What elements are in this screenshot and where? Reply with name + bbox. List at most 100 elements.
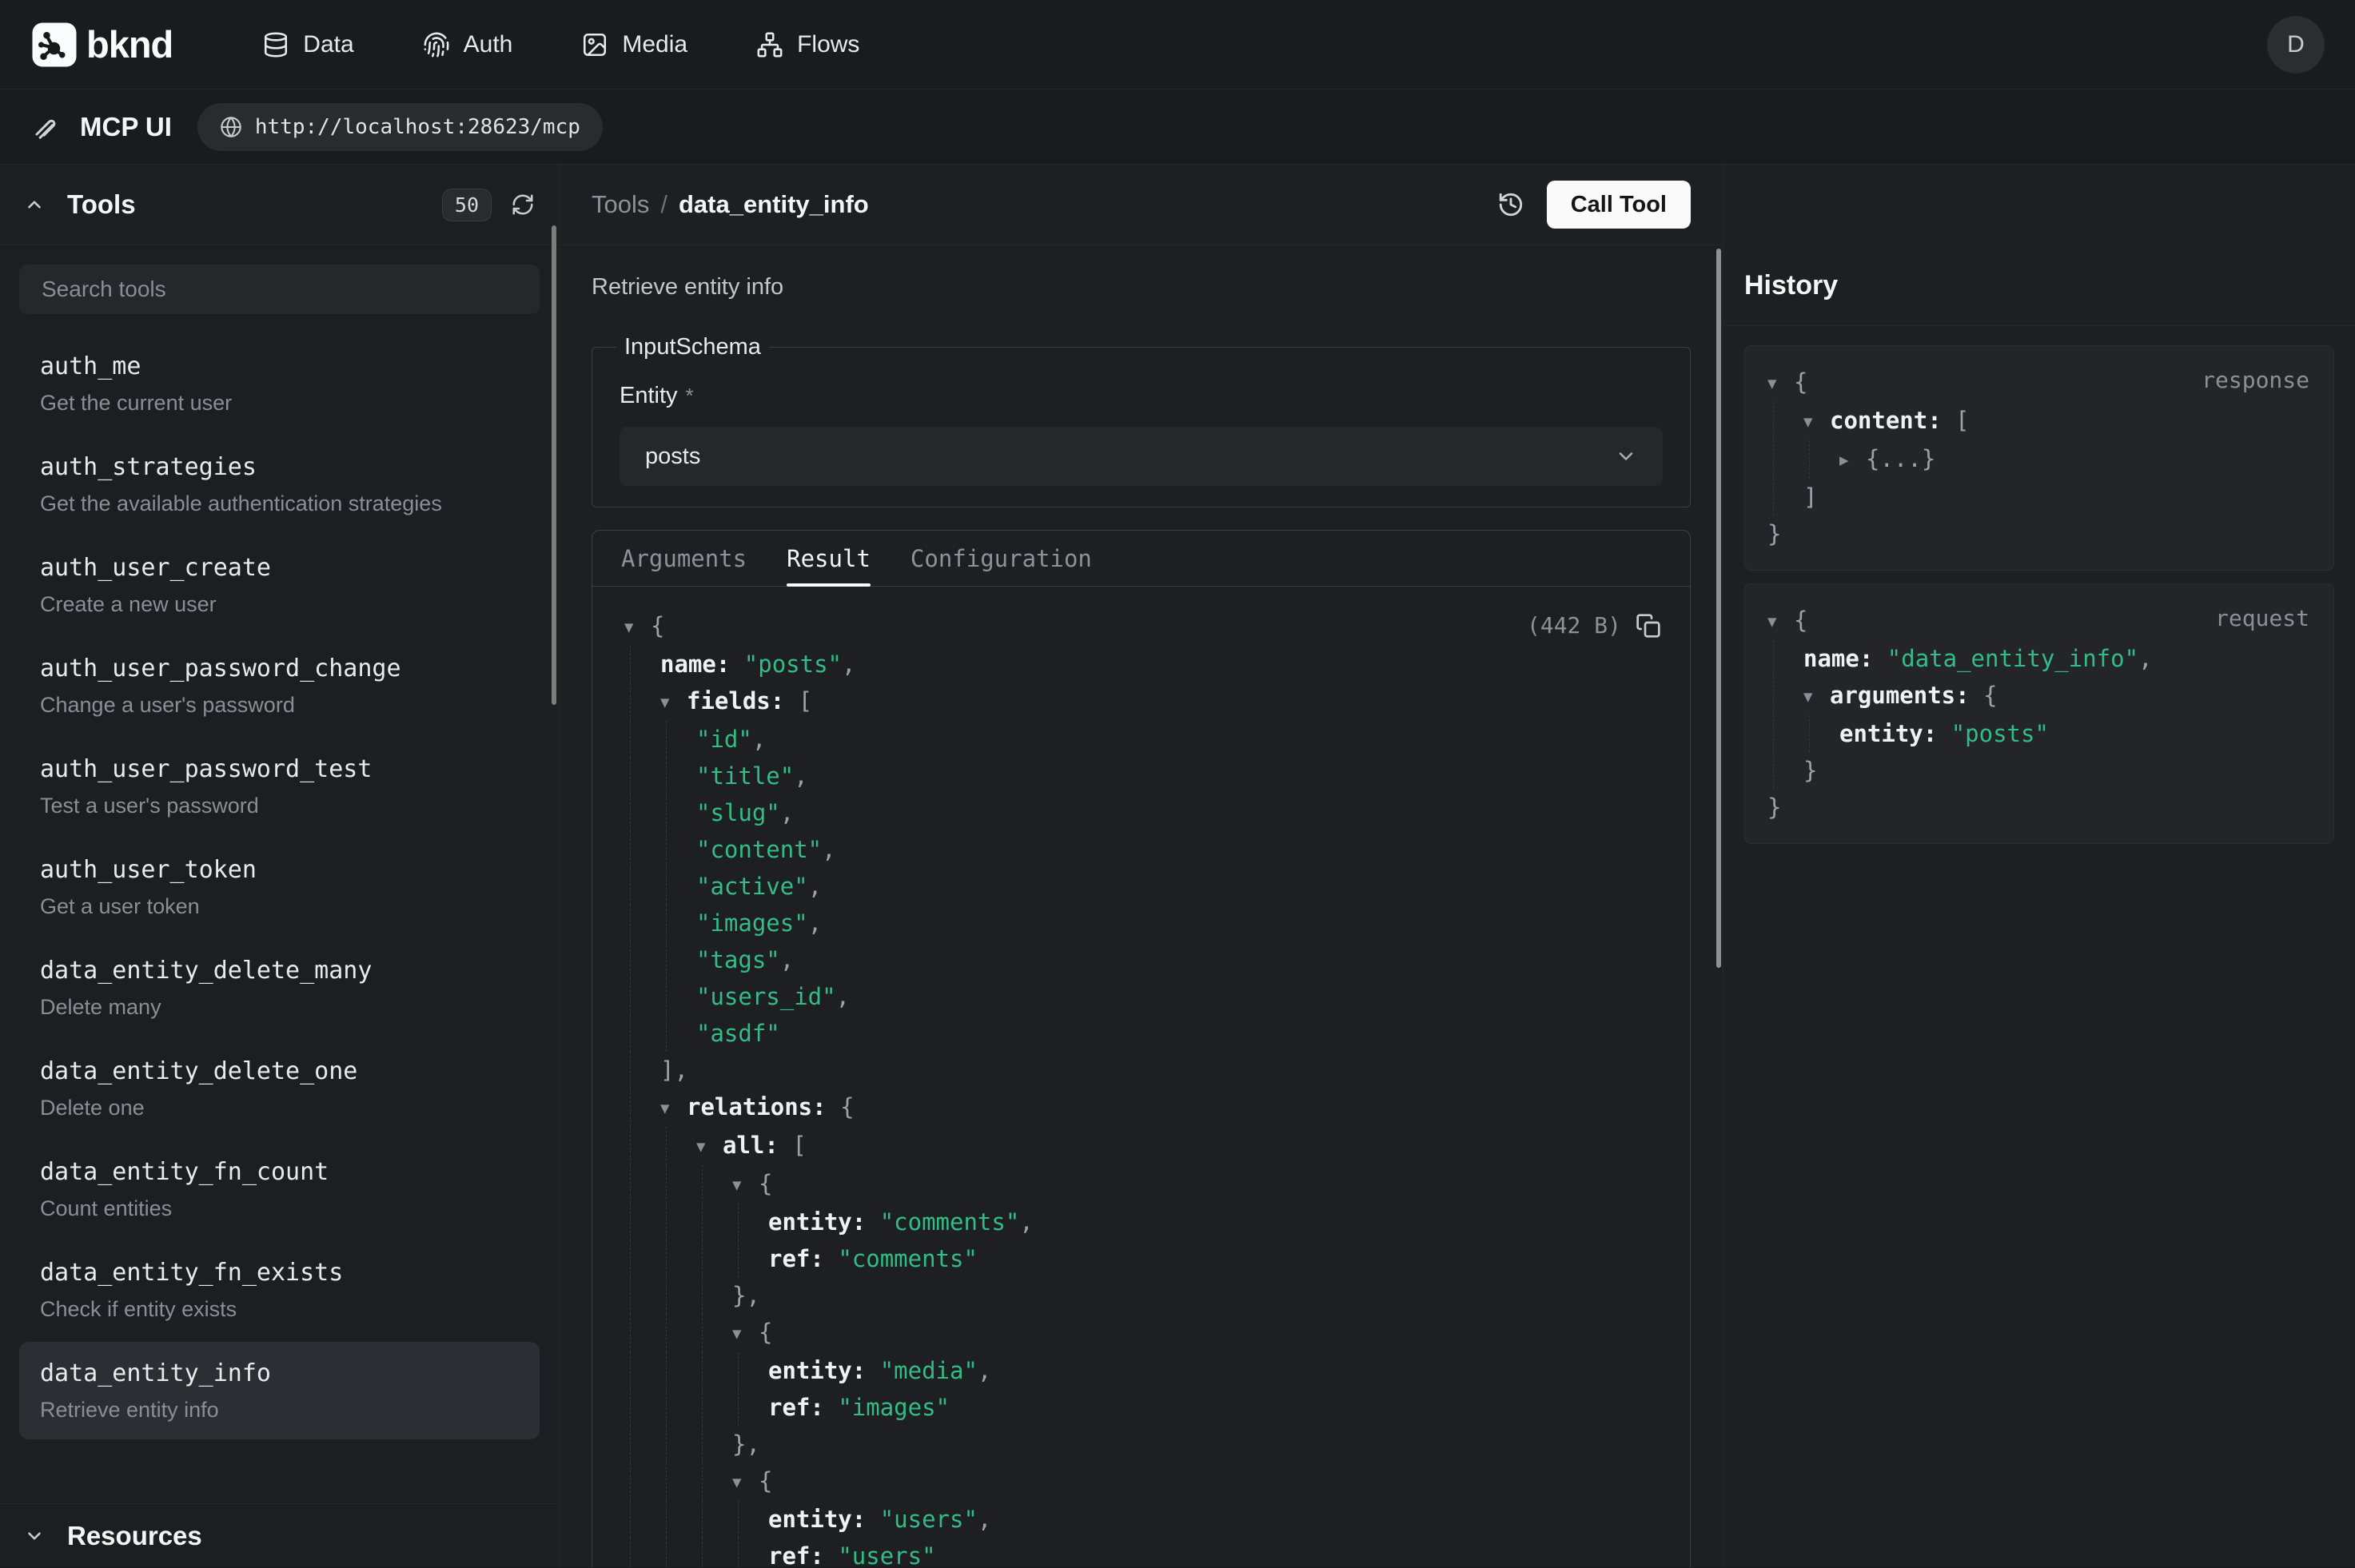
breadcrumb-section[interactable]: Tools: [592, 190, 649, 218]
tool-list-scroll: auth_meGet the current userauth_strategi…: [0, 245, 559, 1503]
search-input[interactable]: [19, 265, 540, 314]
tool-summary: Retrieve entity info: [592, 274, 1691, 300]
history-json-tree: ▼{name: "data_entity_info",▼arguments: {…: [1767, 602, 2311, 826]
mcp-logo-icon: [32, 113, 61, 141]
tool-description: Retrieve entity info: [40, 1396, 519, 1423]
entity-select[interactable]: posts: [620, 427, 1663, 486]
nav-label: Data: [303, 31, 353, 58]
bknd-logo-icon: [30, 21, 78, 69]
page-title: MCP UI: [80, 112, 172, 142]
json-line: ▼{: [1767, 602, 2311, 640]
tool-list-item[interactable]: auth_user_token Get a user token: [19, 838, 540, 936]
tool-name: auth_strategies: [40, 452, 519, 484]
json-line: entity: "posts": [1767, 715, 2311, 752]
json-line: ▶{...}: [1767, 440, 2311, 479]
json-toggle-icon[interactable]: ▼: [624, 609, 651, 646]
tool-list-item[interactable]: auth_user_password_changeChange a user's…: [19, 637, 540, 734]
tab-result[interactable]: Result: [787, 531, 871, 586]
tool-description: Get the current user: [40, 389, 519, 416]
json-line: "active",: [608, 868, 1661, 905]
json-line: },: [608, 1277, 1661, 1314]
tool-list-item[interactable]: data_entity_fn_existsCheck if entity exi…: [19, 1241, 540, 1339]
json-line: ]: [1767, 479, 2311, 515]
tool-description: Create a new user: [40, 591, 519, 618]
tool-description: Delete one: [40, 1094, 519, 1121]
content-layout: Tools 50 auth_meGet the current userauth…: [0, 165, 2355, 1567]
tool-list-item[interactable]: auth_strategiesGet the available authent…: [19, 436, 540, 533]
json-line: ▼{: [608, 1165, 1661, 1204]
brand[interactable]: bknd: [30, 21, 173, 69]
json-toggle-icon[interactable]: ▼: [1803, 404, 1830, 440]
user-avatar[interactable]: D: [2267, 16, 2325, 74]
tab-arguments[interactable]: Arguments: [621, 531, 747, 586]
tool-list-item[interactable]: data_entity_fn_countCount entities: [19, 1140, 540, 1238]
history-list: response▼{▼content: [▶{...}]}request▼{na…: [1723, 326, 2355, 863]
entity-select-value: posts: [645, 444, 700, 470]
nav-item-flows[interactable]: Flows: [756, 31, 859, 58]
history-json-tree: ▼{▼content: [▶{...}]}: [1767, 364, 2311, 552]
tools-sidebar: Tools 50 auth_meGet the current userauth…: [0, 165, 560, 1567]
json-toggle-icon[interactable]: ▼: [660, 684, 687, 721]
json-toggle-icon[interactable]: ▶: [1839, 442, 1866, 479]
mcp-url-pill[interactable]: http://localhost:28623/mcp: [197, 103, 603, 151]
json-line: "images",: [608, 905, 1661, 941]
json-line: ▼all: [: [608, 1127, 1661, 1165]
nav-item-data[interactable]: Data: [262, 31, 353, 58]
nav-item-auth[interactable]: Auth: [423, 31, 513, 58]
json-line: "content",: [608, 831, 1661, 868]
tool-name: data_entity_info: [40, 1358, 519, 1390]
json-toggle-icon[interactable]: ▼: [732, 1167, 759, 1204]
tool-list-item[interactable]: data_entity_delete_many Delete many: [19, 939, 540, 1037]
json-line: ▼{: [608, 607, 1661, 646]
tool-name: data_entity_delete_many: [40, 955, 519, 987]
tool-list-item[interactable]: data_entity_info Retrieve entity info: [19, 1342, 540, 1439]
tool-list-item[interactable]: auth_user_createCreate a new user: [19, 536, 540, 634]
nav-item-media[interactable]: Media: [581, 31, 687, 58]
nav-label: Media: [622, 31, 687, 58]
tool-description: Get a user token: [40, 893, 519, 920]
json-line: name: "posts",: [608, 646, 1661, 683]
history-entry-request[interactable]: request▼{name: "data_entity_info",▼argum…: [1744, 583, 2334, 844]
entity-field-label: Entity*: [620, 383, 1663, 409]
tool-detail-body: Retrieve entity info InputSchema Entity*…: [560, 245, 1723, 1567]
json-toggle-icon[interactable]: ▼: [1803, 679, 1830, 715]
input-schema-legend: InputSchema: [616, 334, 769, 360]
refresh-icon[interactable]: [511, 193, 535, 217]
tab-configuration[interactable]: Configuration: [911, 531, 1092, 586]
tool-list-item[interactable]: auth_user_password_testTest a user's pas…: [19, 738, 540, 835]
history-entry-response[interactable]: response▼{▼content: [▶{...}]}: [1744, 345, 2334, 571]
call-tool-button[interactable]: Call Tool: [1547, 181, 1691, 229]
history-panel: History response▼{▼content: [▶{...}]}req…: [1723, 165, 2355, 1567]
input-schema-fieldset: InputSchema Entity* posts: [592, 334, 1691, 507]
required-mark: *: [686, 384, 694, 408]
history-icon[interactable]: [1497, 191, 1524, 218]
tool-list-item[interactable]: data_entity_delete_oneDelete one: [19, 1040, 540, 1137]
tool-description: Test a user's password: [40, 792, 519, 819]
json-line: ▼{: [1767, 364, 2311, 402]
json-line: ▼relations: {: [608, 1088, 1661, 1127]
tool-description: Check if entity exists: [40, 1295, 519, 1323]
json-toggle-icon[interactable]: ▼: [732, 1464, 759, 1501]
tool-name: auth_user_token: [40, 854, 519, 886]
json-toggle-icon[interactable]: ▼: [1767, 365, 1794, 402]
tool-detail-panel: Tools/data_entity_info Call Tool Retriev…: [560, 165, 1723, 1567]
nav-label: Auth: [464, 31, 513, 58]
mcp-url: http://localhost:28623/mcp: [255, 115, 580, 139]
main-scrollbar[interactable]: [1716, 249, 1721, 968]
json-toggle-icon[interactable]: ▼: [732, 1315, 759, 1352]
json-toggle-icon[interactable]: ▼: [1767, 603, 1794, 640]
json-line: "tags",: [608, 941, 1661, 978]
globe-icon: [220, 116, 242, 138]
tools-section-header[interactable]: Tools 50: [0, 165, 559, 245]
resources-section-header[interactable]: Resources: [0, 1503, 559, 1567]
resources-section-title: Resources: [67, 1521, 202, 1551]
json-toggle-icon[interactable]: ▼: [660, 1090, 687, 1127]
main-nav: Data Auth Media Flows: [262, 31, 859, 58]
tool-list-item[interactable]: auth_meGet the current user: [19, 335, 540, 432]
json-line: "title",: [608, 758, 1661, 794]
json-toggle-icon[interactable]: ▼: [696, 1128, 723, 1165]
tool-description: Delete many: [40, 993, 519, 1021]
sidebar-scrollbar[interactable]: [552, 225, 556, 705]
top-navbar: bknd Data Auth Media Flows D: [0, 0, 2355, 90]
mcp-header: MCP UI http://localhost:28623/mcp: [0, 90, 2355, 165]
